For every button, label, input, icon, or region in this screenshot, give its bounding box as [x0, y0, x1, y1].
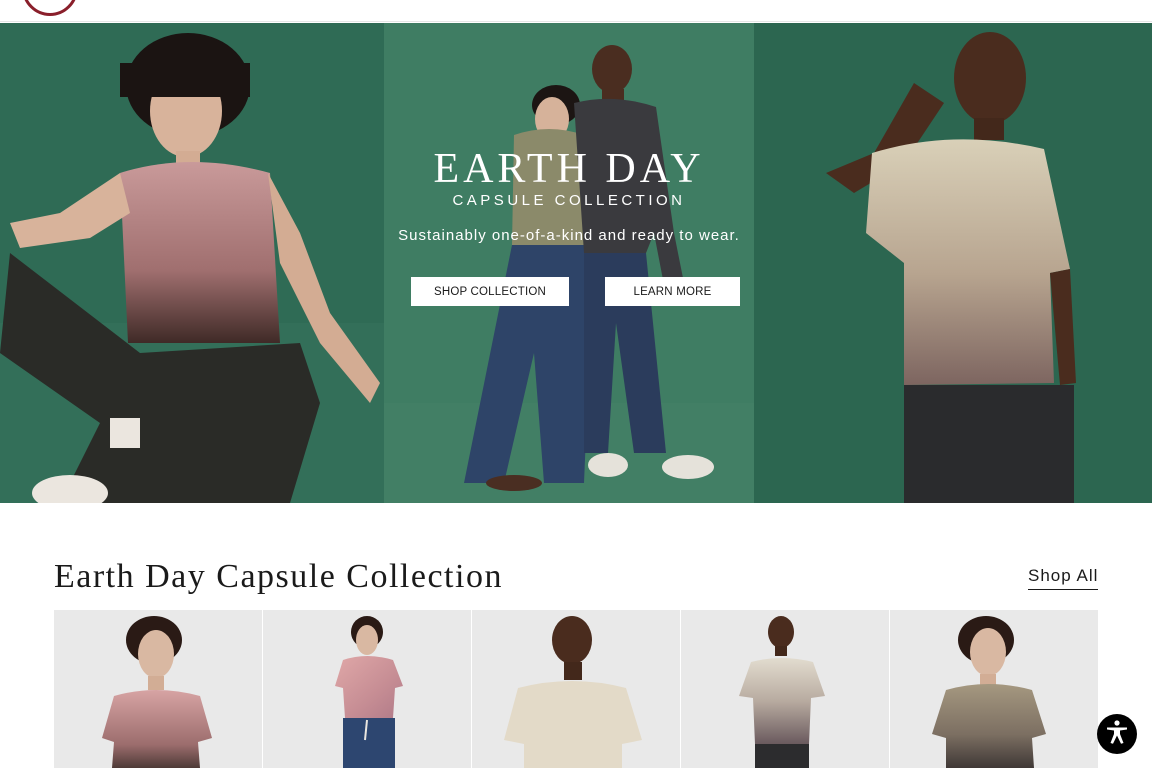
hero-title: EARTH DAY: [433, 146, 705, 192]
accessibility-button[interactable]: [1097, 714, 1137, 754]
shop-all-link[interactable]: Shop All: [1028, 566, 1099, 590]
product-grid: [54, 610, 1098, 768]
section-title: Earth Day Capsule Collection: [54, 558, 503, 595]
accessibility-icon: [1104, 719, 1130, 750]
learn-more-button[interactable]: LEARN MORE: [605, 277, 740, 306]
hero-image-center: [384, 23, 754, 503]
brand-logo[interactable]: [22, 0, 78, 16]
product-card[interactable]: [681, 610, 889, 768]
hero-image-left: [0, 23, 384, 503]
site-header: [0, 0, 1152, 22]
hero-image-right: [754, 23, 1152, 503]
product-card[interactable]: [472, 610, 680, 768]
product-card[interactable]: [54, 610, 262, 768]
product-card[interactable]: [890, 610, 1098, 768]
product-card[interactable]: [263, 610, 471, 768]
hero-subtitle: CAPSULE COLLECTION: [452, 192, 686, 209]
hero-banner: EARTH DAY CAPSULE COLLECTION Sustainably…: [0, 23, 1152, 503]
shop-collection-button[interactable]: SHOP COLLECTION: [411, 277, 569, 306]
hero-tagline: Sustainably one-of-a-kind and ready to w…: [398, 227, 740, 244]
